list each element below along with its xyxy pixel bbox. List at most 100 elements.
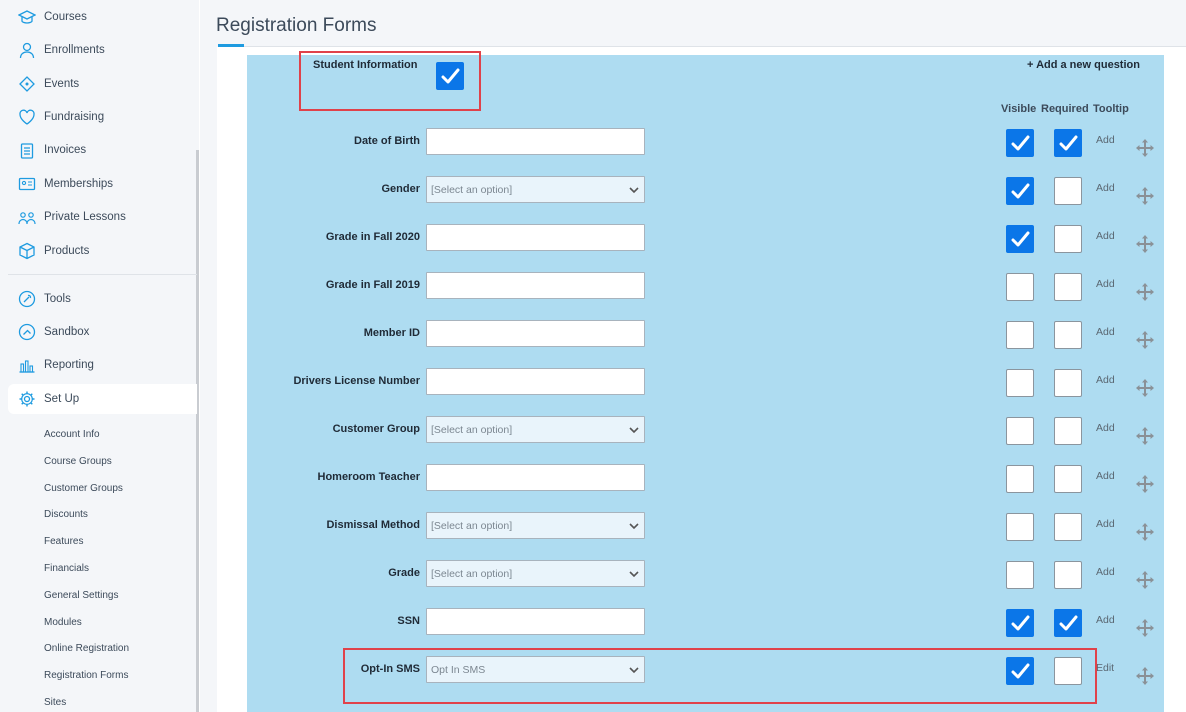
tooltip-link-member-id[interactable]: Add (1096, 326, 1115, 338)
setup-subitem-account-info[interactable]: Account Info (44, 428, 100, 442)
move-handle-icon[interactable] (1135, 570, 1155, 590)
move-handle-icon[interactable] (1135, 186, 1155, 206)
column-header-visible: Visible (1001, 103, 1037, 115)
required-checkbox-member-id[interactable] (1054, 321, 1082, 349)
required-checkbox-dismissal-method[interactable] (1054, 513, 1082, 541)
tooltip-link-grade-in-fall-2020[interactable]: Add (1096, 230, 1115, 242)
tooltip-link-gender[interactable]: Add (1096, 182, 1115, 194)
setup-subitem-discounts[interactable]: Discounts (44, 508, 88, 522)
ticket-icon (18, 75, 36, 93)
sidebar-item-products[interactable]: Products (8, 236, 197, 266)
sidebar-item-fundraising[interactable]: Fundraising (8, 102, 197, 132)
field-label-ssn: SSN (397, 615, 420, 627)
input-drivers-license-number[interactable] (426, 368, 645, 395)
input-date-of-birth[interactable] (426, 128, 645, 155)
required-checkbox-drivers-license-number[interactable] (1054, 369, 1082, 397)
select-grade[interactable]: [Select an option] (426, 560, 645, 587)
setup-subitem-financials[interactable]: Financials (44, 562, 89, 576)
visible-checkbox-drivers-license-number[interactable] (1006, 369, 1034, 397)
setup-subitem-registration-forms[interactable]: Registration Forms (44, 669, 128, 683)
field-label-grade-in-fall-2020: Grade in Fall 2020 (325, 231, 420, 243)
tooltip-link-date-of-birth[interactable]: Add (1096, 134, 1115, 146)
setup-subitem-modules[interactable]: Modules (44, 616, 82, 630)
sidebar-item-reporting[interactable]: Reporting (8, 350, 197, 380)
graduation-cap-icon (18, 8, 36, 26)
setup-subitem-online-registration[interactable]: Online Registration (44, 642, 129, 656)
sidebar: Courses Enrollments Events Fundraising Invoi… (0, 0, 199, 712)
visible-checkbox-homeroom-teacher[interactable] (1006, 465, 1034, 493)
sidebar-item-events[interactable]: Events (8, 69, 197, 99)
move-handle-icon[interactable] (1135, 522, 1155, 542)
visible-checkbox-customer-group[interactable] (1006, 417, 1034, 445)
sidebar-scrollbar[interactable] (196, 150, 199, 712)
visible-checkbox-date-of-birth[interactable] (1006, 129, 1034, 157)
sidebar-item-invoices[interactable]: Invoices (8, 135, 197, 165)
sidebar-item-label: Events (44, 78, 80, 90)
sidebar-item-label: Reporting (44, 359, 94, 371)
sandbox-icon (18, 323, 36, 341)
setup-subitem-sites[interactable]: Sites (44, 696, 66, 710)
required-checkbox-gender[interactable] (1054, 177, 1082, 205)
required-checkbox-date-of-birth[interactable] (1054, 129, 1082, 157)
tooltip-link-opt-in-sms[interactable]: Edit (1096, 662, 1114, 674)
select-gender[interactable]: [Select an option] (426, 176, 645, 203)
visible-checkbox-dismissal-method[interactable] (1006, 513, 1034, 541)
setup-subitem-course-groups[interactable]: Course Groups (44, 455, 112, 469)
visible-checkbox-grade-in-fall-2019[interactable] (1006, 273, 1034, 301)
tooltip-link-customer-group[interactable]: Add (1096, 422, 1115, 434)
input-member-id[interactable] (426, 320, 645, 347)
required-checkbox-ssn[interactable] (1054, 609, 1082, 637)
sidebar-item-tools[interactable]: Tools (8, 284, 197, 314)
required-checkbox-homeroom-teacher[interactable] (1054, 465, 1082, 493)
select-value: [Select an option] (431, 567, 513, 580)
required-checkbox-grade-in-fall-2020[interactable] (1054, 225, 1082, 253)
move-handle-icon[interactable] (1135, 234, 1155, 254)
move-handle-icon[interactable] (1135, 426, 1155, 446)
move-handle-icon[interactable] (1135, 474, 1155, 494)
sidebar-item-sandbox[interactable]: Sandbox (8, 317, 197, 347)
tooltip-link-homeroom-teacher[interactable]: Add (1096, 470, 1115, 482)
move-handle-icon[interactable] (1135, 618, 1155, 638)
setup-subitem-general-settings[interactable]: General Settings (44, 589, 119, 603)
main-content: Registration Forms Student Information +… (200, 0, 1186, 712)
sidebar-item-set-up[interactable]: Set Up (8, 384, 197, 414)
required-checkbox-grade-in-fall-2019[interactable] (1054, 273, 1082, 301)
person-icon (18, 41, 36, 59)
input-ssn[interactable] (426, 608, 645, 635)
move-handle-icon[interactable] (1135, 282, 1155, 302)
visible-checkbox-member-id[interactable] (1006, 321, 1034, 349)
add-question-link[interactable]: + Add a new question (1027, 59, 1140, 71)
visible-checkbox-grade[interactable] (1006, 561, 1034, 589)
move-handle-icon[interactable] (1135, 666, 1155, 686)
sidebar-item-courses[interactable]: Courses (8, 2, 197, 32)
sidebar-item-label: Private Lessons (44, 211, 126, 223)
move-handle-icon[interactable] (1135, 138, 1155, 158)
visible-checkbox-gender[interactable] (1006, 177, 1034, 205)
sidebar-item-memberships[interactable]: Memberships (8, 169, 197, 199)
input-grade-in-fall-2019[interactable] (426, 272, 645, 299)
heart-dollar-icon (18, 108, 36, 126)
tooltip-link-ssn[interactable]: Add (1096, 614, 1115, 626)
sidebar-item-label: Courses (44, 11, 87, 23)
visible-checkbox-grade-in-fall-2020[interactable] (1006, 225, 1034, 253)
required-checkbox-customer-group[interactable] (1054, 417, 1082, 445)
required-checkbox-grade[interactable] (1054, 561, 1082, 589)
select-customer-group[interactable]: [Select an option] (426, 416, 645, 443)
move-handle-icon[interactable] (1135, 330, 1155, 350)
select-value: [Select an option] (431, 183, 513, 196)
sidebar-divider (8, 274, 197, 275)
tooltip-link-grade-in-fall-2019[interactable]: Add (1096, 278, 1115, 290)
tooltip-link-drivers-license-number[interactable]: Add (1096, 374, 1115, 386)
move-handle-icon[interactable] (1135, 378, 1155, 398)
input-homeroom-teacher[interactable] (426, 464, 645, 491)
sidebar-item-label: Enrollments (44, 44, 105, 56)
tooltip-link-dismissal-method[interactable]: Add (1096, 518, 1115, 530)
tooltip-link-grade[interactable]: Add (1096, 566, 1115, 578)
setup-subitem-features[interactable]: Features (44, 535, 83, 549)
sidebar-item-private-lessons[interactable]: Private Lessons (8, 202, 197, 232)
setup-subitem-customer-groups[interactable]: Customer Groups (44, 482, 123, 496)
visible-checkbox-ssn[interactable] (1006, 609, 1034, 637)
input-grade-in-fall-2020[interactable] (426, 224, 645, 251)
sidebar-item-enrollments[interactable]: Enrollments (8, 35, 197, 65)
select-dismissal-method[interactable]: [Select an option] (426, 512, 645, 539)
